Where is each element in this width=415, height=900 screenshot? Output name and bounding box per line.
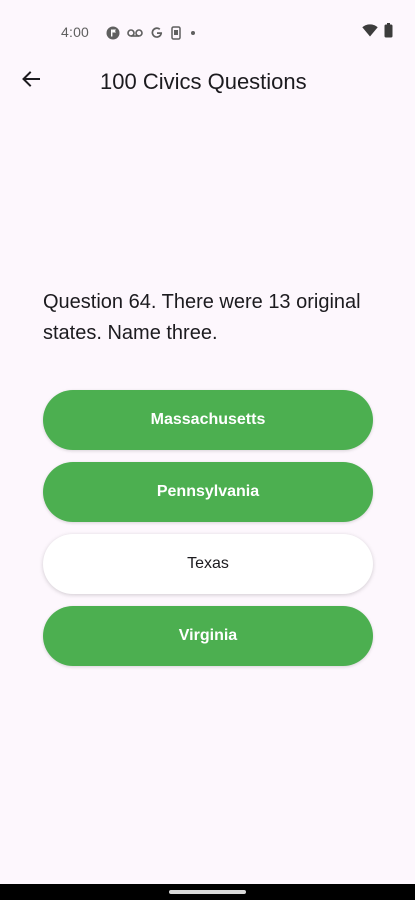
status-bar: 4:00 — [0, 0, 415, 64]
wifi-icon — [362, 24, 378, 42]
home-handle[interactable] — [169, 890, 246, 894]
voicemail-icon — [127, 28, 143, 38]
answer-button-virginia[interactable]: Virginia — [43, 606, 373, 666]
status-icons-left — [106, 24, 198, 42]
google-g-icon — [150, 26, 164, 40]
navigation-bar — [0, 884, 415, 900]
flag-circle-icon — [106, 26, 120, 40]
status-icons-right — [362, 23, 393, 43]
answer-button-massachusetts[interactable]: Massachusetts — [43, 390, 373, 450]
battery-icon — [384, 23, 393, 43]
dot-icon — [188, 28, 198, 38]
arrow-left-icon — [21, 69, 41, 94]
status-time: 4:00 — [61, 24, 90, 40]
page-title: 100 Civics Questions — [100, 69, 307, 94]
app-bar: 100 Civics Questions — [0, 56, 415, 108]
answer-button-texas[interactable]: Texas — [43, 534, 373, 594]
question-text: Question 64. There were 13 original stat… — [43, 291, 361, 344]
answer-button-pennsylvania[interactable]: Pennsylvania — [43, 462, 373, 522]
back-button[interactable] — [14, 64, 48, 98]
phone-device-icon — [171, 26, 181, 40]
